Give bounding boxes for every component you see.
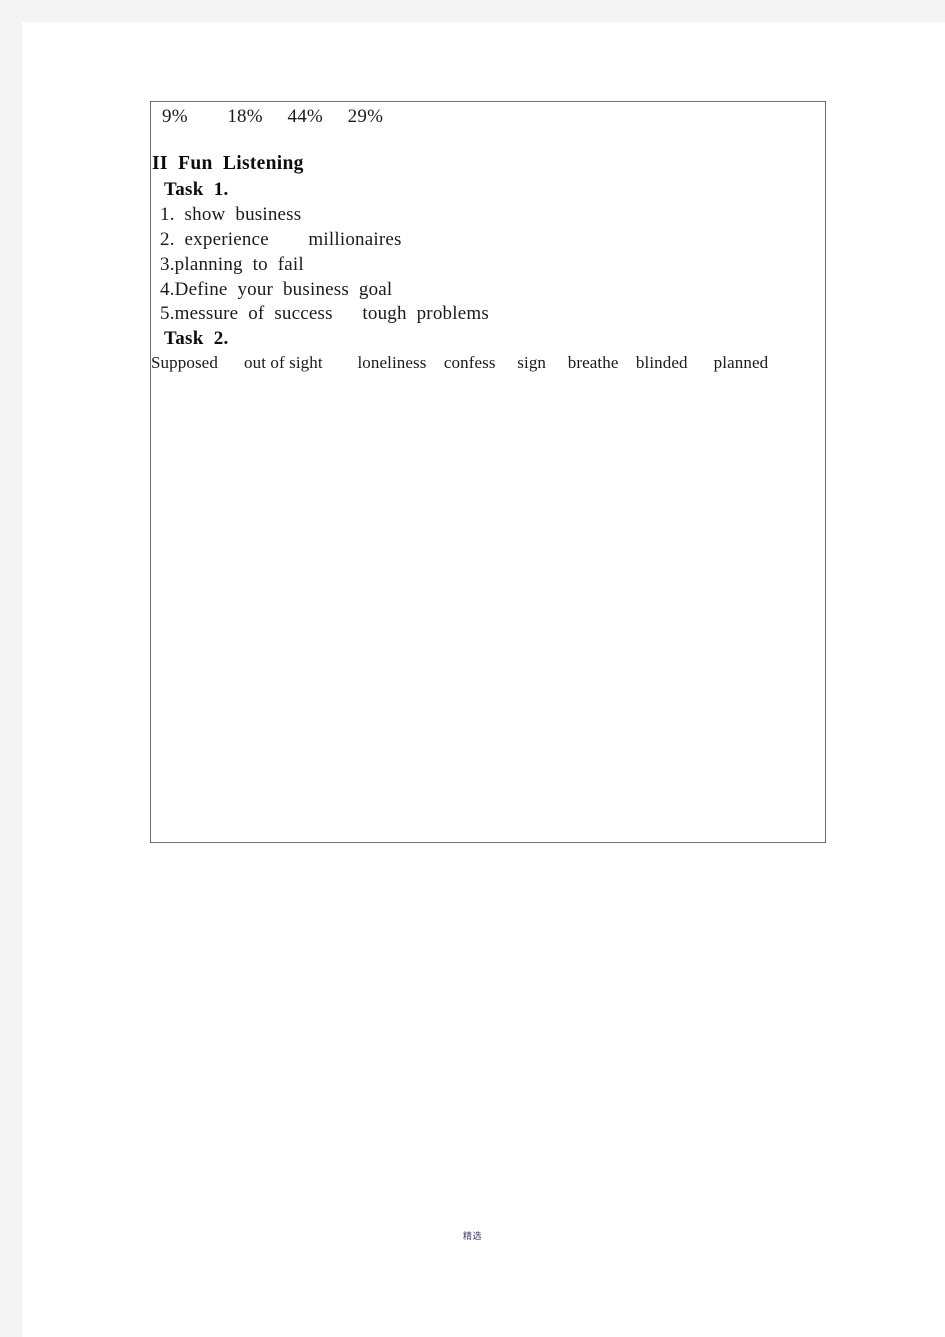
task-1-answer-1: 1. show business [160, 204, 302, 225]
content-box-inner: 9% 18% 44% 29% II Fun Listening Task 1. … [151, 102, 825, 842]
task-1-answer-2: 2. experience millionaires [160, 229, 402, 250]
scan-edge-left [0, 0, 22, 1337]
scan-edge-top [0, 0, 945, 22]
task-2-label: Task 2. [164, 328, 229, 349]
task-1-answer-5: 5.messure of success tough problems [160, 303, 489, 324]
task-1-answer-4: 4.Define your business goal [160, 279, 393, 300]
task-1-label: Task 1. [164, 179, 229, 200]
page-sheet: 9% 18% 44% 29% II Fun Listening Task 1. … [0, 0, 945, 1337]
task-1-answer-3: 3.planning to fail [160, 254, 304, 275]
content-box: 9% 18% 44% 29% II Fun Listening Task 1. … [150, 101, 826, 843]
task-2-word-row: Supposed out of sight loneliness confess… [151, 353, 769, 372]
percentage-answer-row: 9% 18% 44% 29% [162, 106, 384, 127]
page-footer-watermark: 精选 [462, 1232, 482, 1242]
section-heading-fun-listening: II Fun Listening [152, 153, 304, 174]
